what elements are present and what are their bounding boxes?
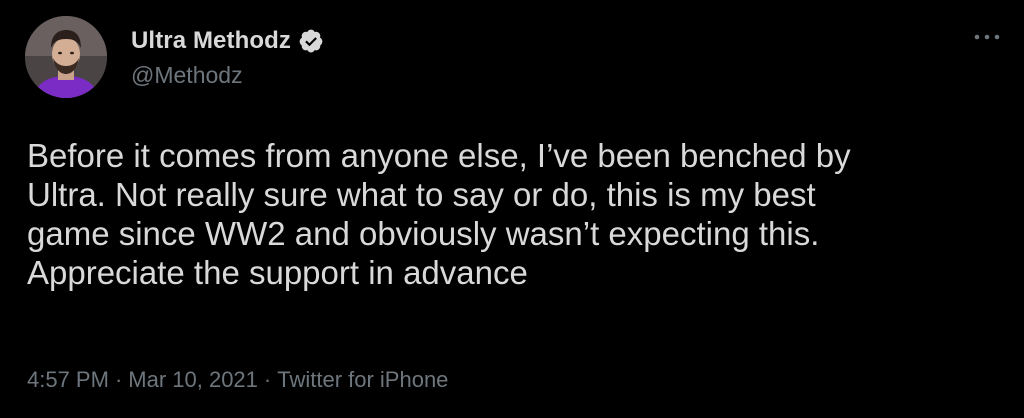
display-name[interactable]: Ultra Methodz xyxy=(131,27,291,55)
tweet-text-line: Appreciate the support in advance xyxy=(27,254,528,291)
more-options-icon[interactable] xyxy=(972,30,1002,44)
tweet-text-line: game since WW2 and obviously wasn’t expe… xyxy=(27,215,820,252)
avatar-image xyxy=(25,16,107,98)
tweet-text-line: Before it comes from anyone else, I’ve b… xyxy=(27,137,851,174)
meta-separator: · xyxy=(114,367,123,392)
tweet-text: Before it comes from anyone else, I’ve b… xyxy=(27,136,1007,292)
avatar[interactable] xyxy=(25,16,107,98)
author-handle[interactable]: @Methodz xyxy=(131,62,243,89)
tweet-metadata: 4:57 PM · Mar 10, 2021 · Twitter for iPh… xyxy=(27,367,448,393)
tweet-source[interactable]: Twitter for iPhone xyxy=(277,367,448,393)
author-name-row: Ultra Methodz xyxy=(131,27,324,55)
tweet-card: Ultra Methodz @Methodz Before it comes f… xyxy=(0,0,1024,418)
tweet-time[interactable]: 4:57 PM xyxy=(27,367,109,393)
meta-separator: · xyxy=(263,367,272,392)
verified-badge-icon xyxy=(298,28,324,54)
tweet-text-line: Ultra. Not really sure what to say or do… xyxy=(27,176,816,213)
tweet-date[interactable]: Mar 10, 2021 xyxy=(128,367,258,393)
